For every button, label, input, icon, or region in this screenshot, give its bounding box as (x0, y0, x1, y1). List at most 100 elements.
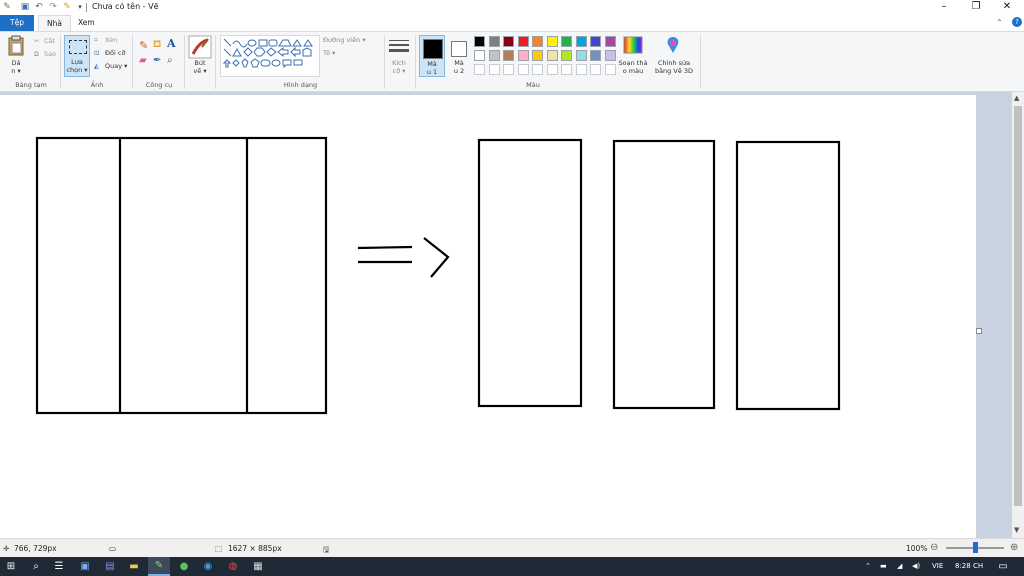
size-label[interactable]: Kích cỡ ▾ (388, 59, 410, 75)
zoom-slider-track[interactable] (946, 542, 1004, 553)
scroll-down-icon[interactable]: ▼ (1014, 526, 1019, 534)
search-icon[interactable]: ⌕ (29, 560, 43, 573)
clock[interactable]: 8:28 CH (955, 562, 983, 570)
color-swatch[interactable] (590, 36, 601, 47)
cut-button[interactable]: Cắt (44, 37, 55, 45)
edit-colors-label[interactable]: Soạn thả o màu (616, 59, 650, 75)
copy-icon[interactable]: ⧉ (34, 50, 39, 58)
color-swatch[interactable] (517, 50, 529, 61)
color-swatch[interactable] (561, 36, 572, 47)
text-tool-icon[interactable]: A (167, 37, 176, 50)
color2-button[interactable]: Mà u 2 (448, 35, 470, 77)
collapse-ribbon-icon[interactable]: ⌃ (996, 18, 1003, 27)
color-swatch[interactable] (503, 36, 514, 47)
size-button[interactable] (388, 38, 410, 56)
color-picker-icon[interactable]: ✒ (153, 55, 161, 66)
brushes-button[interactable] (188, 35, 212, 59)
color-swatch[interactable] (532, 36, 543, 47)
edit-colors-button[interactable] (623, 36, 643, 54)
zoom-slider-thumb[interactable] (972, 542, 978, 553)
wifi-icon[interactable]: ◢ (897, 562, 902, 570)
color-swatch[interactable] (517, 36, 529, 47)
color1-button[interactable]: Mà u 1 (419, 35, 445, 77)
copy-button[interactable]: Sao (44, 50, 56, 58)
zoom-in-button[interactable]: ⊕ (1010, 542, 1018, 553)
windows-start-icon[interactable]: ⊞ (4, 560, 18, 573)
cut-icon[interactable]: ✂ (34, 37, 39, 45)
select-button[interactable]: Lựa chọn ▾ (64, 35, 90, 77)
rotate-button[interactable]: Quay ▾ (105, 62, 127, 70)
fill-bucket-icon[interactable]: ⛾ (153, 39, 161, 52)
scrollbar-thumb[interactable] (1014, 106, 1022, 506)
app-icon[interactable]: ▣ (78, 560, 92, 573)
volume-icon[interactable]: ◀) (912, 562, 920, 570)
fill-button[interactable]: Tô ▾ (323, 49, 335, 57)
minimize-button[interactable]: – (934, 1, 954, 14)
edge-icon[interactable]: ◉ (201, 560, 215, 573)
notification-icon[interactable]: ▭ (996, 560, 1010, 573)
custom-color-swatch[interactable] (503, 64, 514, 75)
color-swatch[interactable] (575, 50, 587, 61)
outline-button[interactable]: Đường viền ▾ (323, 36, 366, 44)
color-swatch[interactable] (546, 36, 558, 47)
color-swatch[interactable] (590, 50, 601, 61)
color-swatch[interactable] (575, 36, 587, 47)
help-icon[interactable]: ? (1012, 17, 1022, 27)
save-icon[interactable]: ▣ (20, 2, 30, 12)
color-swatch[interactable] (546, 50, 558, 61)
language-indicator[interactable]: VIE (932, 562, 943, 570)
tab-home[interactable]: Nhà (38, 15, 71, 31)
color-swatch[interactable] (561, 50, 572, 61)
network-icon[interactable]: ▬ (880, 562, 887, 570)
zoom-out-button[interactable]: ⊖ (930, 542, 938, 553)
custom-color-swatch[interactable] (546, 64, 558, 75)
calculator-icon[interactable]: ▦ (251, 560, 265, 573)
drawing-canvas[interactable] (0, 95, 976, 538)
tab-view[interactable]: Xem (70, 15, 103, 31)
paint-taskbar-button[interactable]: ✎ (148, 557, 170, 576)
undo-icon[interactable]: ↶ (34, 2, 44, 12)
chrome-icon[interactable]: ◍ (226, 560, 240, 573)
paint3d-button[interactable] (663, 35, 683, 55)
custom-color-swatch[interactable] (575, 64, 587, 75)
paint3d-label[interactable]: Chỉnh sửa bằng Vẽ 3D (652, 59, 696, 75)
task-view-icon[interactable]: ☰ (52, 560, 66, 573)
custom-color-swatch[interactable] (517, 64, 529, 75)
close-button[interactable]: ✕ (997, 1, 1017, 14)
crop-button[interactable]: Xén (105, 36, 117, 44)
scroll-up-icon[interactable]: ▲ (1014, 94, 1019, 102)
color-swatch[interactable] (488, 36, 500, 47)
maximize-button[interactable]: ❐ (966, 1, 986, 14)
canvas-resize-handle[interactable] (976, 328, 982, 334)
vertical-scrollbar[interactable]: ▲ ▼ (1012, 92, 1024, 538)
custom-color-swatch[interactable] (561, 64, 572, 75)
rotate-icon[interactable]: ◭ (94, 62, 99, 70)
pencil-icon[interactable]: ✎ (139, 39, 148, 52)
custom-color-swatch[interactable] (590, 64, 601, 75)
crop-icon[interactable]: ⌗ (94, 36, 98, 44)
custom-color-swatch[interactable] (532, 64, 543, 75)
color-swatch[interactable] (604, 36, 616, 47)
paste-button[interactable] (6, 35, 26, 57)
tab-file[interactable]: Tệp (0, 15, 34, 31)
eraser-icon[interactable]: ▰ (139, 55, 147, 66)
color-swatch[interactable] (474, 36, 485, 47)
customize-toolbar-icon[interactable]: ▾ (75, 2, 85, 12)
color-swatch[interactable] (604, 50, 616, 61)
custom-color-swatch[interactable] (474, 64, 485, 75)
brushes-label[interactable]: Bút vẽ ▾ (190, 59, 210, 75)
resize-button[interactable]: Đổi cỡ (105, 49, 125, 57)
custom-color-swatch[interactable] (604, 64, 616, 75)
color-swatch[interactable] (488, 50, 500, 61)
app-icon[interactable]: ● (177, 560, 191, 573)
show-hidden-icons[interactable]: ⌃ (865, 562, 871, 570)
color-swatch[interactable] (532, 50, 543, 61)
shapes-gallery[interactable] (220, 35, 320, 77)
custom-color-swatch[interactable] (488, 64, 500, 75)
color-swatch[interactable] (503, 50, 514, 61)
magnifier-icon[interactable]: ⌕ (167, 55, 173, 66)
redo-icon[interactable]: ↷ (48, 2, 58, 12)
paste-label[interactable]: Dá n ▾ (8, 59, 24, 75)
color-swatch[interactable] (474, 50, 485, 61)
file-explorer-icon[interactable]: ▬ (127, 560, 141, 573)
